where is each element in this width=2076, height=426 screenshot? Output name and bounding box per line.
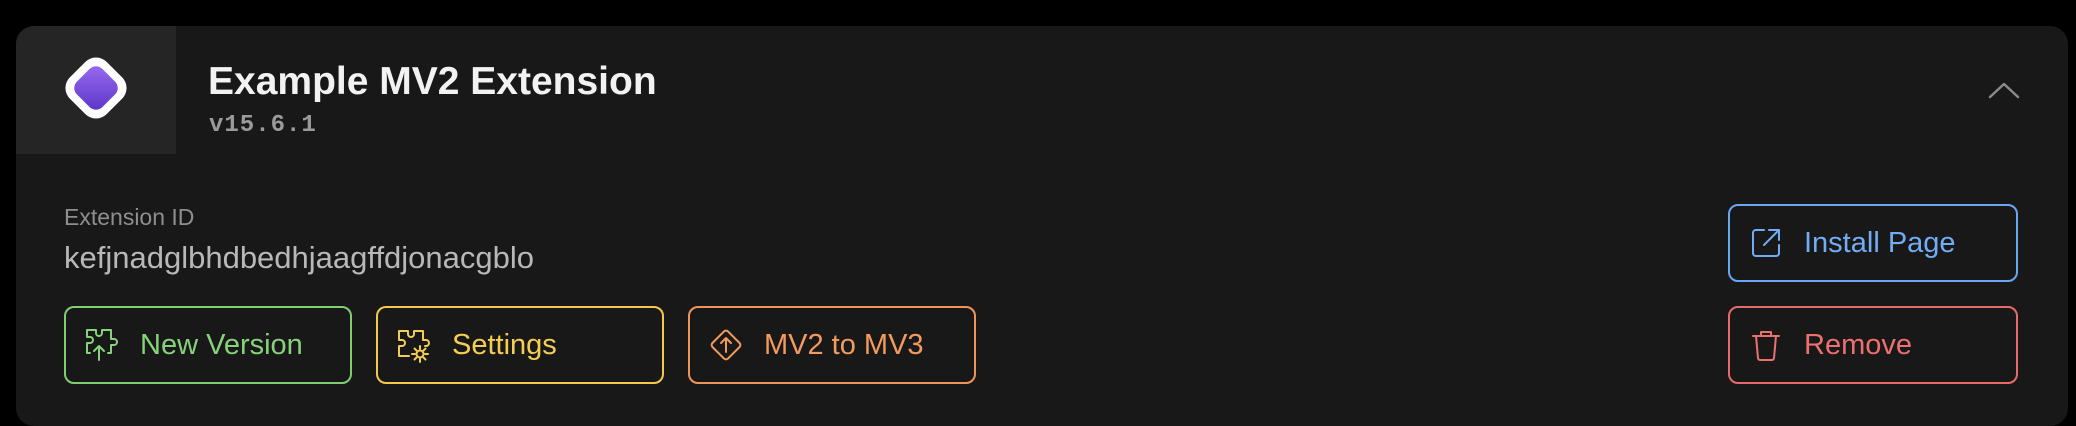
extension-logo — [16, 26, 176, 154]
settings-button[interactable]: Settings — [376, 306, 664, 384]
trash-icon — [1746, 325, 1786, 365]
migrate-button[interactable]: MV2 to MV3 — [688, 306, 976, 384]
external-link-icon — [1746, 223, 1786, 263]
chevron-up-icon — [1987, 80, 2021, 105]
migrate-label: MV2 to MV3 — [764, 328, 924, 361]
new-version-label: New Version — [140, 328, 303, 361]
new-version-button[interactable]: New Version — [64, 306, 352, 384]
extension-id-value: kefjnadglbhdbedhjaagffdjonacgblo — [64, 240, 535, 275]
settings-label: Settings — [452, 328, 557, 361]
remove-label: Remove — [1804, 328, 1912, 361]
remove-button[interactable]: Remove — [1728, 306, 2018, 384]
extension-card: Example MV2 Extension v15.6.1 Extension … — [16, 26, 2068, 426]
collapse-button[interactable] — [1982, 72, 2026, 112]
diamond-arrow-up-icon — [706, 325, 746, 365]
puzzle-gear-icon — [394, 325, 434, 365]
extension-logo-icon — [56, 48, 136, 133]
extension-version: v15.6.1 — [209, 112, 317, 139]
install-page-label: Install Page — [1804, 226, 1956, 259]
upload-puzzle-icon — [82, 325, 122, 365]
install-page-button[interactable]: Install Page — [1728, 204, 2018, 282]
extension-id-label: Extension ID — [64, 204, 195, 230]
extension-name: Example MV2 Extension — [208, 60, 657, 103]
